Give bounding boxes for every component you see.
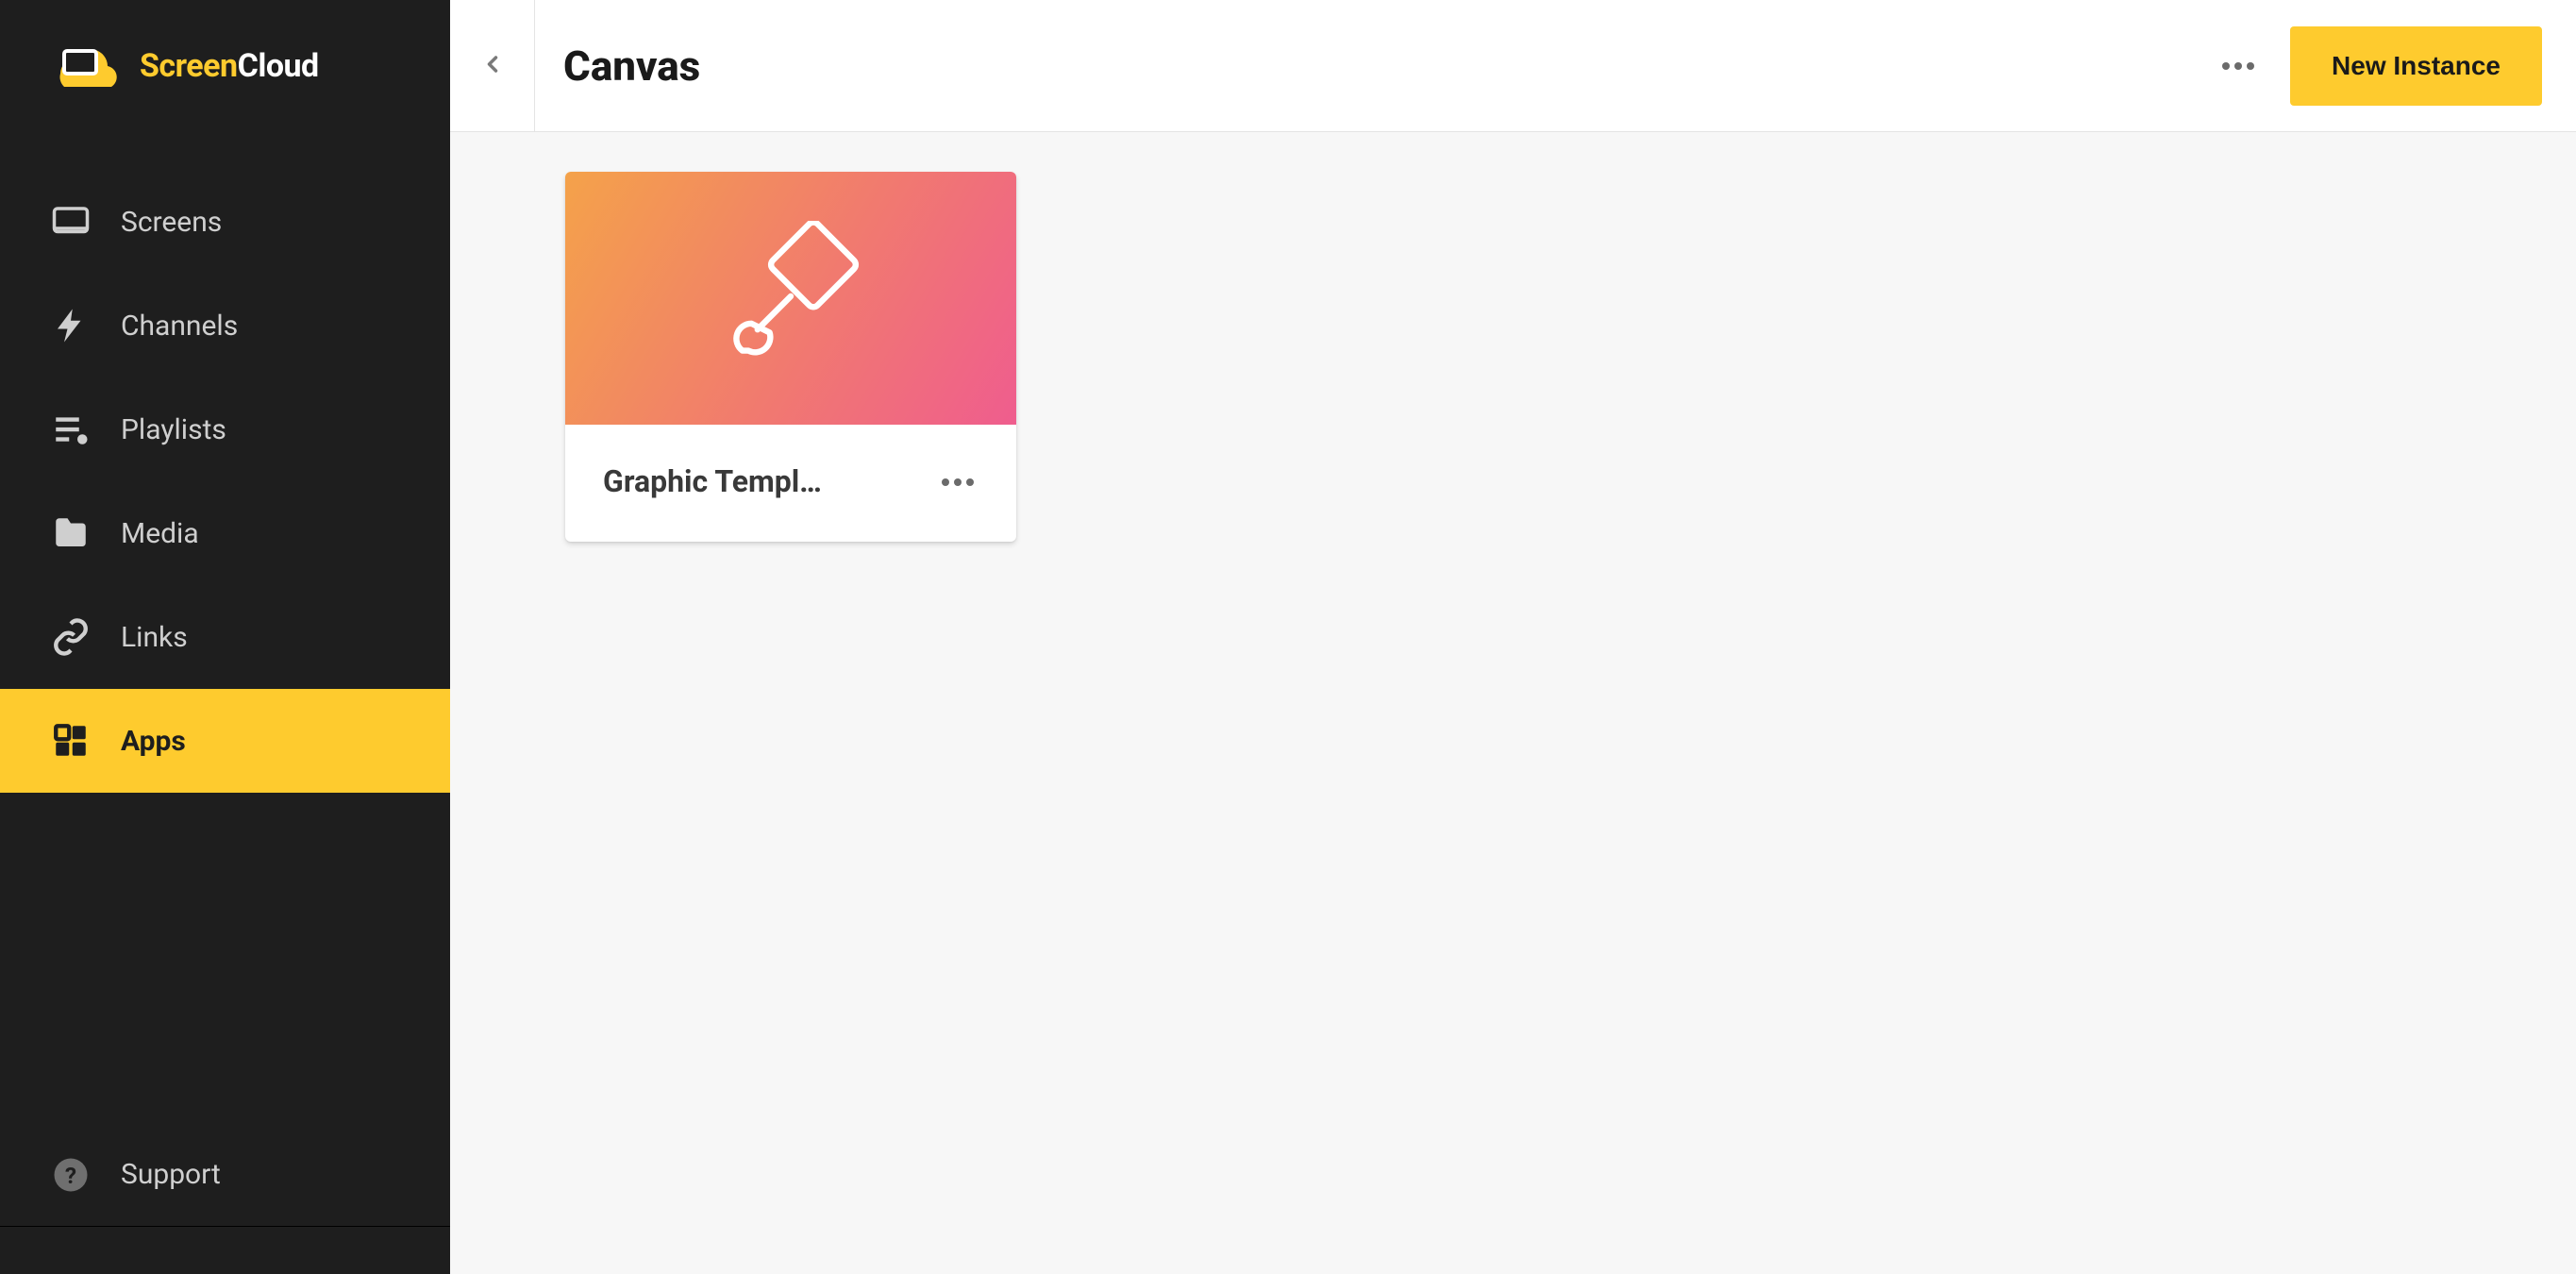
more-horizontal-icon <box>2221 57 2255 75</box>
card-title: Graphic Templ… <box>603 463 822 499</box>
folder-icon <box>51 513 91 553</box>
back-button[interactable] <box>450 0 535 131</box>
sidebar-item-label: Media <box>121 517 199 550</box>
more-horizontal-icon <box>941 473 975 491</box>
brush-icon <box>715 221 866 376</box>
sidebar-item-channels[interactable]: Channels <box>0 274 450 377</box>
playlist-icon <box>51 410 91 449</box>
sidebar-item-label: Support <box>121 1158 221 1191</box>
sidebar-item-media[interactable]: Media <box>0 481 450 585</box>
brand-mark-icon <box>51 45 119 87</box>
sidebar-item-screens[interactable]: Screens <box>0 170 450 274</box>
chevron-left-icon <box>479 51 506 81</box>
content-area: Graphic Templ… <box>450 132 2576 581</box>
topbar-more-button[interactable] <box>2205 33 2271 99</box>
sidebar-bottom-spacer <box>0 1227 450 1274</box>
sidebar-item-links[interactable]: Links <box>0 585 450 689</box>
sidebar-item-label: Apps <box>121 725 186 758</box>
sidebar-item-label: Links <box>121 621 188 654</box>
apps-icon <box>51 721 91 761</box>
sidebar-item-playlists[interactable]: Playlists <box>0 377 450 481</box>
card-footer: Graphic Templ… <box>565 425 1016 542</box>
screen-icon <box>51 202 91 242</box>
brand-text-part2: Cloud <box>238 47 319 85</box>
sidebar-item-label: Screens <box>121 206 222 239</box>
sidebar-item-label: Playlists <box>121 413 226 446</box>
sidebar-item-support[interactable]: ? Support <box>0 1123 450 1227</box>
topbar: Canvas New Instance <box>450 0 2576 132</box>
brand-text: ScreenCloud <box>140 47 319 85</box>
sidebar-nav: Screens Channels Playlists Media Links <box>0 132 450 1123</box>
link-icon <box>51 617 91 657</box>
main-area: Canvas New Instance Graphic Templ… <box>450 0 2576 1274</box>
card-more-button[interactable] <box>937 461 979 502</box>
svg-text:?: ? <box>65 1161 76 1188</box>
brand-text-part1: Screen <box>140 47 238 85</box>
bolt-icon <box>51 306 91 345</box>
sidebar-item-apps[interactable]: Apps <box>0 689 450 793</box>
brand-logo[interactable]: ScreenCloud <box>0 0 450 132</box>
new-instance-button[interactable]: New Instance <box>2290 26 2542 106</box>
sidebar-item-label: Channels <box>121 310 238 343</box>
help-icon: ? <box>51 1155 91 1195</box>
sidebar: ScreenCloud Screens Channels Playlists <box>0 0 450 1274</box>
card-thumbnail <box>565 172 1016 425</box>
instance-card[interactable]: Graphic Templ… <box>565 172 1016 542</box>
page-title: Canvas <box>535 42 700 91</box>
